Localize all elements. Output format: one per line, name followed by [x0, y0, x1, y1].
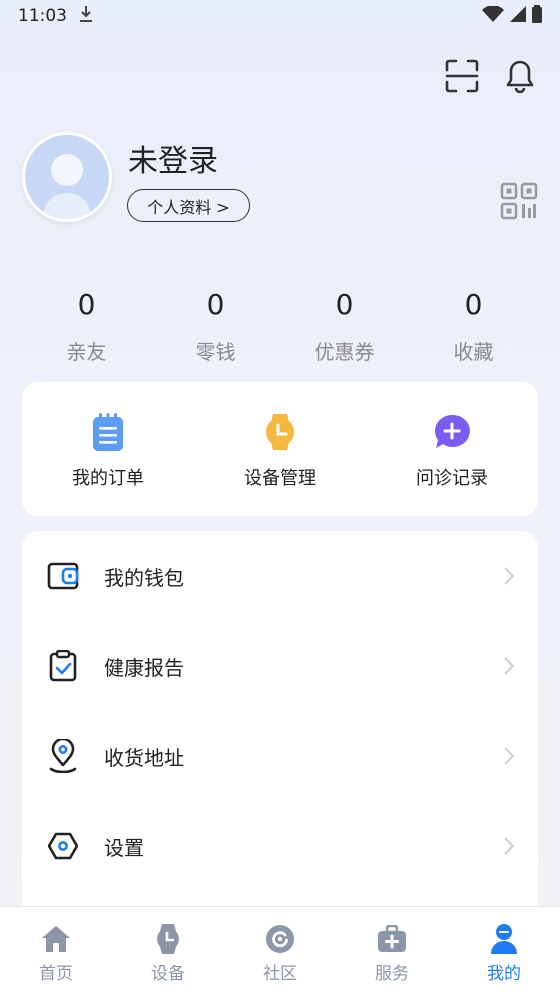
order-icon — [88, 412, 128, 452]
clipboard-check-icon — [46, 649, 80, 683]
nav-label: 服务 — [375, 964, 409, 984]
stat-value: 0 — [206, 288, 225, 321]
stat-value: 0 — [77, 288, 96, 321]
nav-home[interactable]: 首页 — [0, 907, 112, 995]
username: 未登录 — [128, 144, 218, 179]
watch-icon — [152, 923, 184, 955]
stat-label: 亲友 — [66, 340, 107, 364]
wallet-icon — [46, 559, 80, 593]
quick-actions-card: 我的订单 设备管理 问诊记录 — [22, 382, 538, 516]
menu-item-address[interactable]: 收货地址 — [22, 711, 538, 801]
top-actions — [444, 58, 538, 94]
quick-action-label: 问诊记录 — [416, 468, 488, 489]
stat-label: 收藏 — [453, 340, 494, 364]
nav-label: 设备 — [151, 964, 185, 984]
menu-item-label: 我的钱包 — [104, 565, 184, 590]
menu-item-health-report[interactable]: 健康报告 — [22, 621, 538, 711]
bottom-nav: 首页 设备 社区 服务 我的 — [0, 906, 560, 995]
quick-action-orders[interactable]: 我的订单 — [22, 382, 194, 516]
menu-item-settings[interactable]: 设置 — [22, 801, 538, 891]
scan-button[interactable] — [444, 58, 480, 94]
qr-code-icon[interactable] — [500, 182, 538, 224]
quick-action-label: 我的订单 — [72, 468, 144, 489]
chevron-right-icon — [504, 837, 515, 855]
location-icon — [46, 739, 80, 773]
settings-icon — [46, 829, 80, 863]
menu-item-label: 健康报告 — [104, 655, 184, 680]
chat-plus-icon — [432, 412, 472, 452]
nav-mine[interactable]: 我的 — [448, 907, 560, 995]
status-time: 11:03 — [18, 6, 67, 26]
menu-item-label: 设置 — [104, 835, 144, 860]
nav-community[interactable]: 社区 — [224, 907, 336, 995]
stat-coupons[interactable]: 0 优惠券 — [280, 288, 409, 365]
nav-service[interactable]: 服务 — [336, 907, 448, 995]
menu-card: 我的钱包 健康报告 收货地址 设置 — [22, 531, 538, 931]
battery-icon — [532, 5, 542, 27]
chevron-right-icon — [504, 567, 515, 585]
download-icon — [79, 5, 93, 28]
profile-section: 未登录 个人资料 > — [22, 132, 538, 224]
home-icon — [40, 923, 72, 955]
chevron-right-icon — [504, 747, 515, 765]
menu-item-wallet[interactable]: 我的钱包 — [22, 531, 538, 621]
default-avatar-icon — [25, 135, 109, 219]
avatar[interactable] — [22, 132, 112, 222]
community-icon — [264, 923, 296, 955]
stats-row: 0 亲友 0 零钱 0 优惠券 0 收藏 — [22, 288, 538, 365]
stat-friends[interactable]: 0 亲友 — [22, 288, 151, 365]
stat-change[interactable]: 0 零钱 — [151, 288, 280, 365]
status-bar: 11:03 — [0, 0, 560, 32]
bell-icon — [506, 60, 534, 93]
stat-favorites[interactable]: 0 收藏 — [409, 288, 538, 365]
quick-action-consultations[interactable]: 问诊记录 — [366, 382, 538, 516]
wifi-icon — [482, 5, 504, 26]
user-icon — [488, 923, 520, 955]
stat-label: 优惠券 — [314, 340, 375, 364]
scan-icon — [445, 59, 479, 93]
nav-device[interactable]: 设备 — [112, 907, 224, 995]
quick-action-devices[interactable]: 设备管理 — [194, 382, 366, 516]
signal-icon — [510, 6, 526, 26]
chevron-right-icon — [504, 657, 515, 675]
medical-kit-icon — [376, 923, 408, 955]
menu-item-label: 收货地址 — [104, 745, 184, 770]
quick-action-label: 设备管理 — [244, 468, 316, 489]
stat-value: 0 — [464, 288, 483, 321]
profile-button[interactable]: 个人资料 > — [127, 189, 250, 222]
stat-value: 0 — [335, 288, 354, 321]
nav-label: 社区 — [263, 964, 297, 984]
nav-label: 首页 — [39, 964, 73, 984]
notification-button[interactable] — [502, 58, 538, 94]
watch-icon — [260, 412, 300, 452]
stat-label: 零钱 — [195, 340, 236, 364]
nav-label: 我的 — [487, 964, 521, 984]
